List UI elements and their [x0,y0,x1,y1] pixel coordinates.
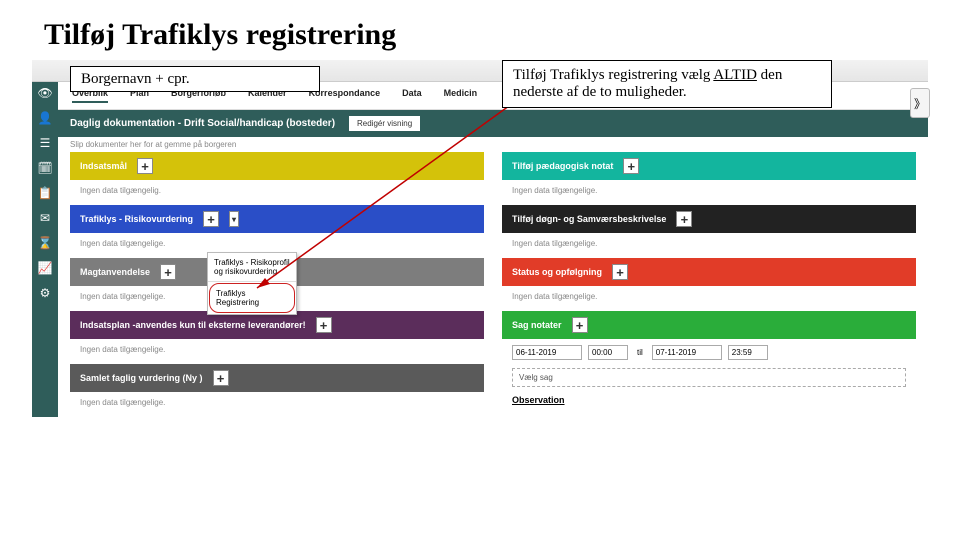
til-label: til [634,348,646,357]
case-select[interactable]: Vælg sag [512,368,906,387]
card-empty: Ingen data tilgængelige. [502,180,916,205]
add-button[interactable]: + [203,211,219,227]
sidebar-icon-3[interactable]: 🗓 [38,161,53,176]
dropdown-option-registration[interactable]: Trafiklys Registrering [209,283,295,313]
card-empty: Ingen data tilgængelige. [502,233,916,258]
card-label: Status og opfølgning [512,267,602,277]
add-button[interactable]: + [160,264,176,280]
app-screenshot: Borgernavn + cpr. Tilføj Trafiklys regis… [32,60,928,417]
annotation-left: Borgernavn + cpr. [70,66,320,92]
right-column: Tilføj pædagogisk notat + Ingen data tilgæ… [502,152,916,417]
card-label: Tilføj pædagogisk notat [512,161,613,171]
section-header: Daglig dokumentation - Drift Social/hand… [58,110,928,137]
card-label: Indsatsmål [80,161,127,171]
date-filter-bar: til [502,339,916,366]
card-empty: Ingen data tilgængelig. [70,180,484,205]
card-label: Trafiklys - Risikovurdering [80,214,193,224]
sidebar-icon-2[interactable]: ☰ [38,136,53,151]
add-dropdown: Trafiklys - Risikoprofil og risikovurder… [207,252,297,315]
date-from[interactable] [512,345,582,360]
expand-handle[interactable]: 》 [910,88,930,118]
date-to[interactable] [652,345,722,360]
dropdown-option-risk[interactable]: Trafiklys - Risikoprofil og risikovurder… [208,253,296,282]
sidebar-icon-6[interactable]: ⌛ [38,236,53,251]
add-button[interactable]: + [213,370,229,386]
card-header: Status og opfølgning + [502,258,916,286]
card-header: Indsatsmål + [70,152,484,180]
card-empty: Ingen data tilgængelige. [70,392,484,417]
card-empty: Ingen data tilgængelige. [502,286,916,311]
sidebar: 👁 👤 ☰ 🗓 📋 ✉ ⌛ 📈 ⚙ [32,82,58,417]
sidebar-icon-8[interactable]: ⚙ [38,286,53,301]
add-button[interactable]: + [316,317,332,333]
card-label: Samlet faglig vurdering (Ny ) [80,373,203,383]
annotation-right: Tilføj Trafiklys registrering vælg ALTID… [502,60,832,108]
observation-link[interactable]: Observation [502,391,916,409]
slide-title: Tilføj Trafiklys registrering [0,0,960,60]
sidebar-icon-0[interactable]: 👁 [38,86,53,101]
dropdown-toggle[interactable]: ▾ [229,211,239,227]
sidebar-icon-7[interactable]: 📈 [38,261,53,276]
card-label: Sag notater [512,320,562,330]
section-title: Daglig dokumentation - Drift Social/hand… [70,118,335,129]
card-header: Trafiklys - Risikovurdering + ▾ [70,205,484,233]
sidebar-icon-1[interactable]: 👤 [38,111,53,126]
card-label: Indsatsplan -anvendes kun til eksterne l… [80,320,306,330]
annot-text-a: Tilføj Trafiklys registrering vælg [513,67,713,83]
card-header: Sag notater + [502,311,916,339]
add-button[interactable]: + [612,264,628,280]
annot-altid: ALTID [713,67,757,83]
add-button[interactable]: + [676,211,692,227]
add-button[interactable]: + [572,317,588,333]
card-empty: Ingen data tilgængelige. [70,339,484,364]
drop-hint: Slip dokumenter her for at gemme på borg… [58,137,928,152]
card-header: Indsatsplan -anvendes kun til eksterne l… [70,311,484,339]
card-header: Samlet faglig vurdering (Ny ) + [70,364,484,392]
card-label: Tilføj døgn- og Samværsbeskrivelse [512,214,666,224]
card-header: Tilføj døgn- og Samværsbeskrivelse + [502,205,916,233]
card-header: Tilføj pædagogisk notat + [502,152,916,180]
add-button[interactable]: + [137,158,153,174]
tab-medicin[interactable]: Medicin [444,88,478,103]
time-from[interactable] [588,345,628,360]
add-button[interactable]: + [623,158,639,174]
edit-view-button[interactable]: Redigér visning [349,116,420,131]
time-to[interactable] [728,345,768,360]
card-label: Magtanvendelse [80,267,150,277]
sidebar-icon-5[interactable]: ✉ [38,211,53,226]
sidebar-icon-4[interactable]: 📋 [38,186,53,201]
tab-data[interactable]: Data [402,88,422,103]
